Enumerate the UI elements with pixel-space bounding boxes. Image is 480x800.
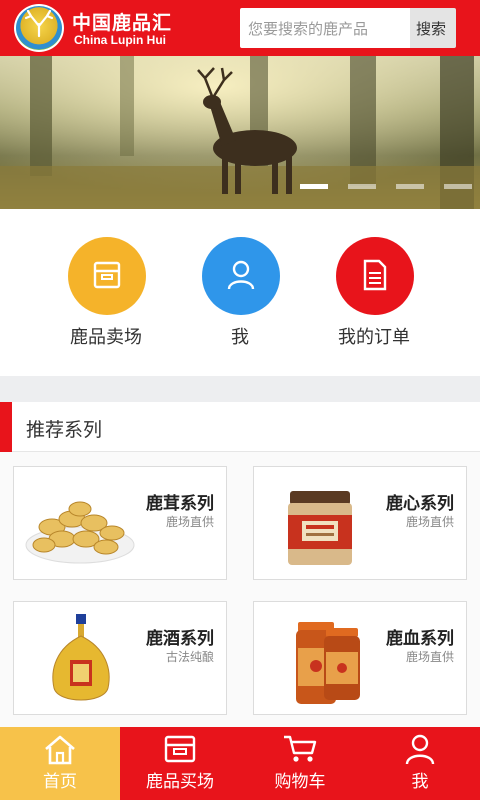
document-icon bbox=[336, 237, 414, 315]
search-input[interactable]: 您要搜索的鹿产品 bbox=[240, 8, 410, 48]
logo-icon bbox=[14, 4, 64, 52]
product-subtitle: 鹿场直供 bbox=[405, 650, 454, 664]
section-marker bbox=[0, 402, 12, 452]
liquor-bottle-image bbox=[52, 614, 110, 701]
tab-home[interactable]: 首页 bbox=[0, 727, 120, 800]
store-icon bbox=[68, 237, 146, 315]
tab-label: 我 bbox=[411, 772, 429, 792]
store-icon bbox=[164, 735, 196, 763]
tab-cart[interactable]: 购物车 bbox=[240, 727, 360, 800]
capsule-bottles-image bbox=[296, 622, 360, 704]
carousel-dot[interactable] bbox=[348, 184, 376, 189]
bottom-navigation: 首页 鹿品买场 购物车 我 bbox=[0, 727, 480, 800]
user-icon bbox=[405, 734, 435, 765]
tab-label: 首页 bbox=[43, 772, 77, 792]
product-subtitle: 古法纯酿 bbox=[165, 650, 214, 664]
product-title: 鹿茸系列 bbox=[146, 494, 214, 514]
product-subtitle: 鹿场直供 bbox=[405, 515, 454, 529]
quick-item-me[interactable]: 我 bbox=[170, 237, 310, 357]
tab-label: 购物车 bbox=[274, 772, 326, 792]
section-divider bbox=[0, 376, 480, 402]
section-title: 推荐系列 bbox=[26, 419, 103, 441]
product-card-blood[interactable]: 鹿血系列 鹿场直供 bbox=[253, 601, 467, 715]
product-card-liquor[interactable]: 鹿酒系列 古法纯酿 bbox=[13, 601, 227, 715]
product-title: 鹿心系列 bbox=[386, 494, 454, 514]
quick-item-label: 我 bbox=[231, 327, 249, 348]
app-header: 中国鹿品汇 China Lupin Hui 您要搜索的鹿产品 搜索 bbox=[0, 0, 480, 56]
tab-label: 鹿品买场 bbox=[146, 772, 214, 792]
product-card-antler[interactable]: 鹿茸系列 鹿场直供 bbox=[13, 466, 227, 580]
product-subtitle: 鹿场直供 bbox=[165, 515, 214, 529]
quick-menu: 鹿品卖场 我 我的订单 bbox=[0, 209, 480, 376]
quick-item-orders[interactable]: 我的订单 bbox=[304, 237, 444, 357]
carousel-dot[interactable] bbox=[396, 184, 424, 189]
product-card-heart[interactable]: 鹿心系列 鹿场直供 bbox=[253, 466, 467, 580]
cart-icon bbox=[284, 735, 317, 762]
search-button[interactable]: 搜索 bbox=[410, 8, 456, 48]
carousel-dot[interactable] bbox=[300, 184, 328, 189]
brand-subtitle: China Lupin Hui bbox=[74, 33, 166, 47]
quick-item-store[interactable]: 鹿品卖场 bbox=[36, 237, 176, 357]
quick-item-label: 我的订单 bbox=[338, 327, 410, 348]
product-title: 鹿血系列 bbox=[386, 629, 454, 649]
search-button-label: 搜索 bbox=[416, 20, 447, 38]
jar-image bbox=[288, 491, 352, 565]
brand-name: 中国鹿品汇 bbox=[72, 12, 173, 34]
tab-me[interactable]: 我 bbox=[360, 727, 480, 800]
carousel-indicators bbox=[300, 184, 480, 190]
tab-store[interactable]: 鹿品买场 bbox=[120, 727, 240, 800]
home-icon bbox=[45, 735, 75, 765]
quick-item-label: 鹿品卖场 bbox=[70, 327, 142, 348]
search-placeholder: 您要搜索的鹿产品 bbox=[248, 20, 369, 38]
section-header: 推荐系列 bbox=[0, 402, 480, 452]
carousel-dot[interactable] bbox=[444, 184, 472, 189]
product-title: 鹿酒系列 bbox=[146, 629, 214, 649]
user-icon bbox=[202, 237, 280, 315]
antler-slices-image bbox=[25, 501, 135, 564]
